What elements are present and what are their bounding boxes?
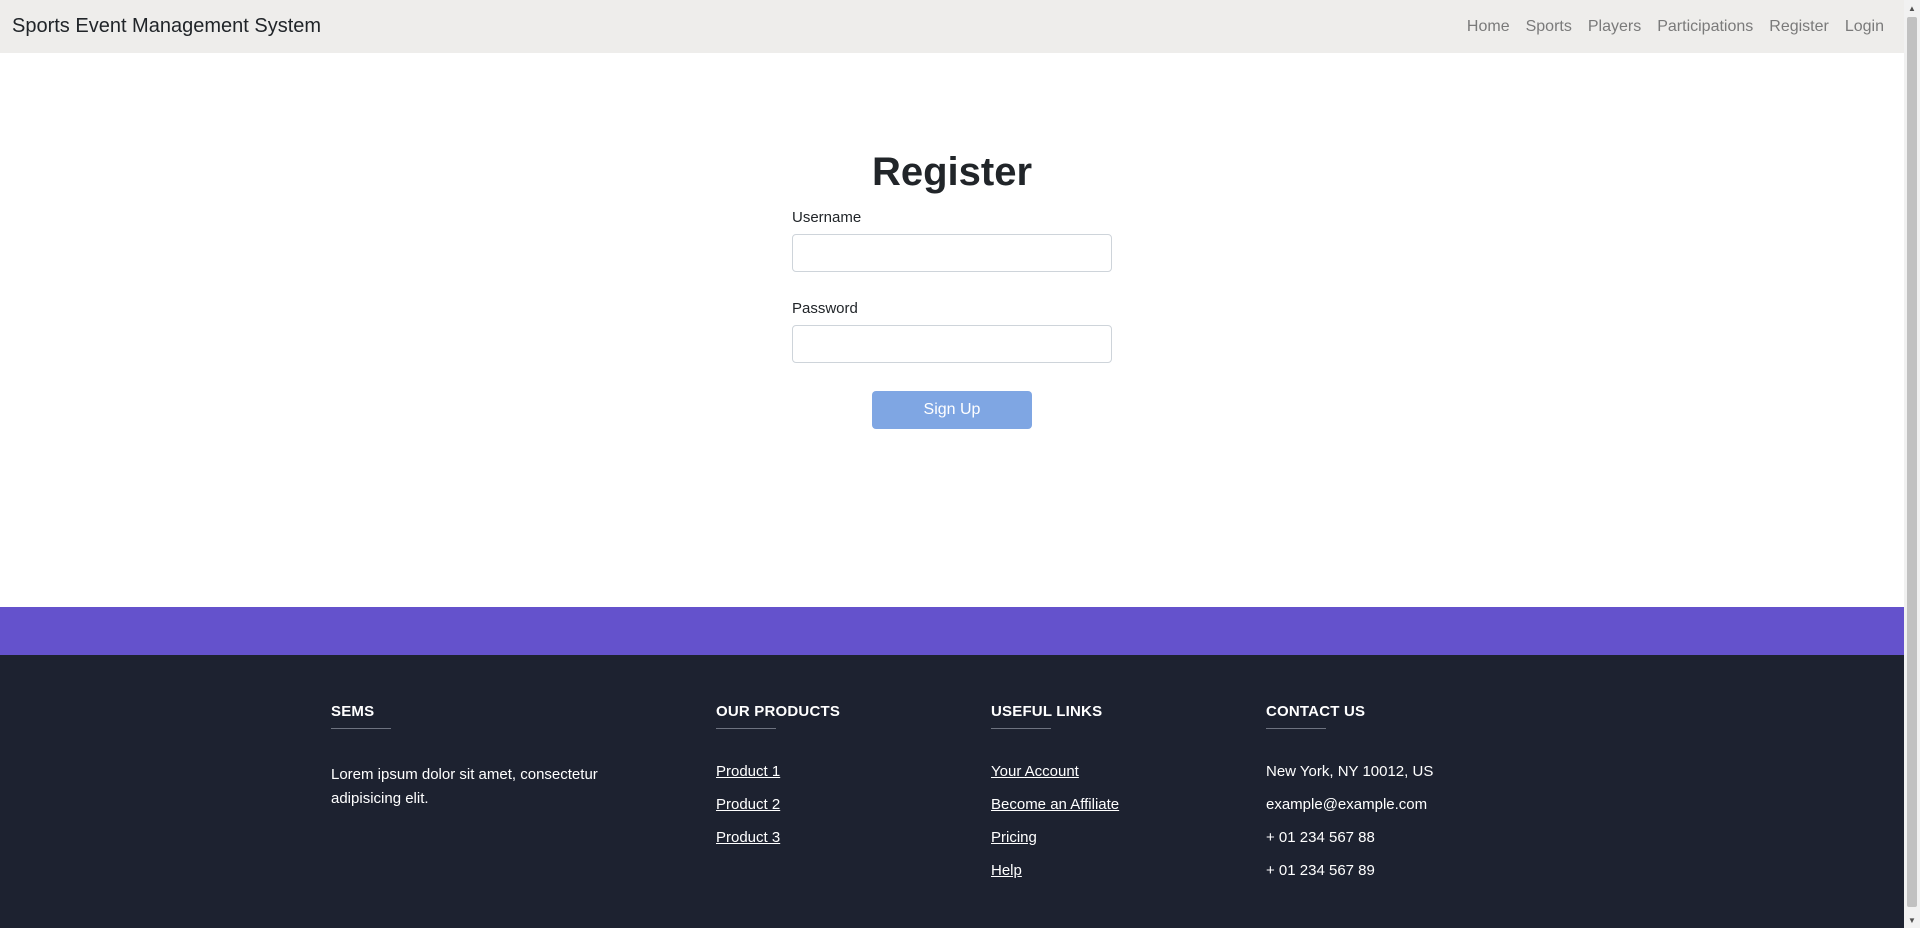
- nav-link-sports[interactable]: Sports: [1518, 18, 1580, 36]
- footer-heading-rule: [1266, 728, 1326, 729]
- footer-heading-rule: [991, 728, 1051, 729]
- footer-link-product-3[interactable]: Product 3: [716, 829, 936, 846]
- footer-link-help[interactable]: Help: [991, 862, 1211, 879]
- footer-link-product-2[interactable]: Product 2: [716, 796, 936, 813]
- contact-address: New York, NY 10012, US: [1266, 763, 1434, 780]
- submit-wrap: Sign Up: [792, 391, 1112, 429]
- footer-heading-contact: CONTACT US: [1266, 703, 1366, 720]
- footer-heading-products: OUR PRODUCTS: [716, 703, 841, 720]
- scroll-thumb[interactable]: [1907, 17, 1917, 907]
- footer-heading-useful-links: USEFUL LINKS: [991, 703, 1103, 720]
- footer-col-sems: SEMS Lorem ipsum dolor sit amet, consect…: [331, 703, 651, 811]
- nav-link-register[interactable]: Register: [1761, 18, 1837, 36]
- footer-link-pricing[interactable]: Pricing: [991, 829, 1211, 846]
- footer-link-affiliate[interactable]: Become an Affiliate: [991, 796, 1211, 813]
- brand-link[interactable]: Sports Event Management System: [12, 15, 321, 38]
- footer-sems-text: Lorem ipsum dolor sit amet, consectetur …: [331, 766, 598, 807]
- password-label: Password: [792, 300, 858, 317]
- page-title: Register: [871, 150, 1033, 194]
- nav-link-players[interactable]: Players: [1580, 18, 1649, 36]
- nav-link-login[interactable]: Login: [1837, 18, 1892, 36]
- footer: SEMS Lorem ipsum dolor sit amet, consect…: [0, 655, 1904, 928]
- username-field[interactable]: [792, 234, 1112, 272]
- footer-heading-rule: [331, 728, 391, 729]
- vertical-scrollbar[interactable]: ▲ ▼: [1904, 0, 1920, 928]
- footer-link-product-1[interactable]: Product 1: [716, 763, 936, 780]
- navbar: Sports Event Management System Home Spor…: [0, 0, 1904, 53]
- register-form: Register Username Password Sign Up: [792, 150, 1112, 429]
- sign-up-button[interactable]: Sign Up: [872, 391, 1032, 429]
- footer-link-your-account[interactable]: Your Account: [991, 763, 1211, 780]
- page: Sports Event Management System Home Spor…: [0, 0, 1904, 928]
- nav-links: Home Sports Players Participations Regis…: [1459, 18, 1892, 36]
- footer-col-contact: CONTACT US New York, NY 10012, US exampl…: [1266, 703, 1526, 895]
- footer-accent-band: [0, 607, 1904, 655]
- footer-col-useful-links: USEFUL LINKS Your Account Become an Affi…: [991, 703, 1211, 895]
- contact-email: example@example.com: [1266, 796, 1428, 813]
- scroll-up-arrow-icon[interactable]: ▲: [1904, 0, 1920, 16]
- footer-heading-sems: SEMS: [331, 703, 375, 720]
- footer-col-products: OUR PRODUCTS Product 1 Product 2 Product…: [716, 703, 936, 862]
- contact-phone-1: + 01 234 567 88: [1266, 829, 1375, 846]
- nav-link-participations[interactable]: Participations: [1649, 18, 1761, 36]
- username-label: Username: [792, 209, 862, 226]
- nav-link-home[interactable]: Home: [1459, 18, 1518, 36]
- footer-heading-rule: [716, 728, 776, 729]
- scroll-down-arrow-icon[interactable]: ▼: [1904, 912, 1920, 928]
- contact-phone-2: + 01 234 567 89: [1266, 862, 1375, 879]
- password-field[interactable]: [792, 325, 1112, 363]
